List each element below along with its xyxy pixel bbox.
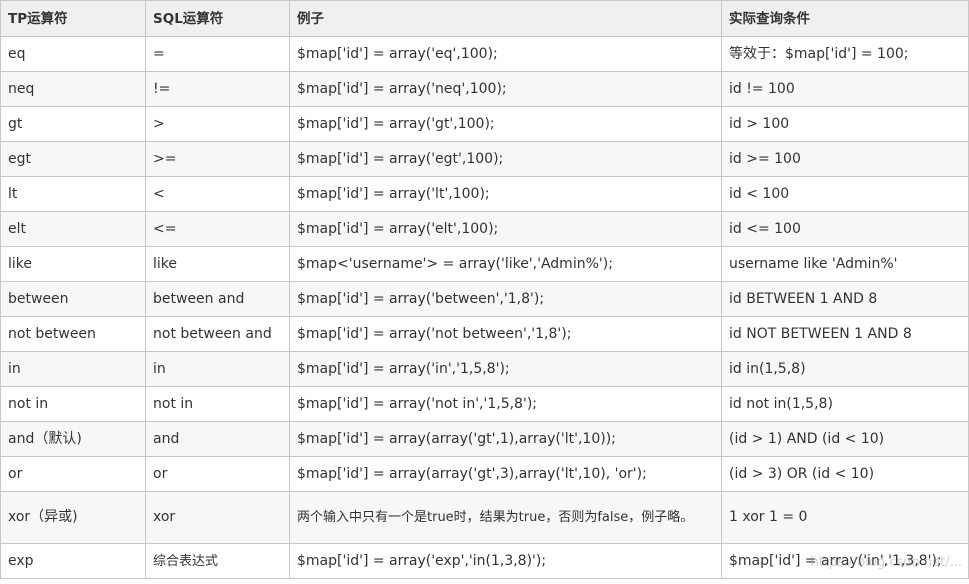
- cell-tp-operator: like: [0, 246, 146, 282]
- cell-tp-operator: between: [0, 281, 146, 317]
- table-row: xor（异或) xor 两个输入中只有一个是true时，结果为true，否则为f…: [0, 491, 969, 544]
- cell-sql-operator: !=: [145, 71, 290, 107]
- cell-sql-operator: like: [145, 246, 290, 282]
- header-example: 例子: [289, 0, 722, 37]
- table-row: egt >= $map['id'] = array('egt',100); id…: [0, 141, 969, 177]
- table-row: eq = $map['id'] = array('eq',100); 等效于：$…: [0, 36, 969, 72]
- cell-sql-operator: and: [145, 421, 290, 457]
- cell-actual-condition: id >= 100: [721, 141, 969, 177]
- cell-sql-operator: not in: [145, 386, 290, 422]
- cell-actual-condition: $map['id'] = array('in','1,3,8'); https:…: [721, 543, 969, 579]
- table-row: not in not in $map['id'] = array('not in…: [0, 386, 969, 422]
- cell-tp-operator: xor（异或): [0, 491, 146, 544]
- cell-example: $map['id'] = array('neq',100);: [289, 71, 722, 107]
- table-row: lt < $map['id'] = array('lt',100); id < …: [0, 176, 969, 212]
- cell-example: $map['id'] = array('egt',100);: [289, 141, 722, 177]
- cell-actual-condition: (id > 1) AND (id < 10): [721, 421, 969, 457]
- cell-sql-operator: >=: [145, 141, 290, 177]
- table-row: in in $map['id'] = array('in','1,5,8'); …: [0, 351, 969, 387]
- table-row: and（默认) and $map['id'] = array(array('gt…: [0, 421, 969, 457]
- cell-actual-condition: id in(1,5,8): [721, 351, 969, 387]
- cell-example: $map['id'] = array('gt',100);: [289, 106, 722, 142]
- cell-sql-operator: in: [145, 351, 290, 387]
- cell-sql-operator: between and: [145, 281, 290, 317]
- table-row: between between and $map['id'] = array('…: [0, 281, 969, 317]
- cell-tp-operator: elt: [0, 211, 146, 247]
- header-tp-operator: TP运算符: [0, 0, 146, 37]
- cell-example: $map['id'] = array('eq',100);: [289, 36, 722, 72]
- table-row: or or $map['id'] = array(array('gt',3),a…: [0, 456, 969, 492]
- operator-table: TP运算符 SQL运算符 例子 实际查询条件 eq = $map['id'] =…: [0, 0, 969, 579]
- cell-tp-operator: not between: [0, 316, 146, 352]
- cell-tp-operator: or: [0, 456, 146, 492]
- table-row: elt <= $map['id'] = array('elt',100); id…: [0, 211, 969, 247]
- cell-actual-condition: 1 xor 1 = 0: [721, 491, 969, 544]
- cell-sql-operator: xor: [145, 491, 290, 544]
- header-actual-condition: 实际查询条件: [721, 0, 969, 37]
- cell-example: $map<'username'> = array('like','Admin%'…: [289, 246, 722, 282]
- table-row: neq != $map['id'] = array('neq',100); id…: [0, 71, 969, 107]
- cell-actual-condition: 等效于：$map['id'] = 100;: [721, 36, 969, 72]
- cell-tp-operator: not in: [0, 386, 146, 422]
- cell-example: $map['id'] = array('lt',100);: [289, 176, 722, 212]
- cell-sql-operator: or: [145, 456, 290, 492]
- cell-tp-operator: lt: [0, 176, 146, 212]
- cell-sql-operator: <=: [145, 211, 290, 247]
- table-row: like like $map<'username'> = array('like…: [0, 246, 969, 282]
- cell-tp-operator: exp: [0, 543, 146, 579]
- cell-tp-operator: eq: [0, 36, 146, 72]
- cell-actual-condition: id > 100: [721, 106, 969, 142]
- cell-example: $map['id'] = array('between','1,8');: [289, 281, 722, 317]
- cell-actual-condition: id != 100: [721, 71, 969, 107]
- cell-actual-condition: id not in(1,5,8): [721, 386, 969, 422]
- cell-sql-operator: <: [145, 176, 290, 212]
- cell-tp-operator: egt: [0, 141, 146, 177]
- cell-tp-operator: in: [0, 351, 146, 387]
- cell-actual-condition: username like 'Admin%': [721, 246, 969, 282]
- cell-actual-condition: id BETWEEN 1 AND 8: [721, 281, 969, 317]
- cell-tp-operator: and（默认): [0, 421, 146, 457]
- table-row: gt > $map['id'] = array('gt',100); id > …: [0, 106, 969, 142]
- cell-tp-operator: neq: [0, 71, 146, 107]
- header-sql-operator: SQL运算符: [145, 0, 290, 37]
- cell-sql-operator: 综合表达式: [145, 543, 290, 579]
- cell-tp-operator: gt: [0, 106, 146, 142]
- cell-sql-operator: not between and: [145, 316, 290, 352]
- cell-example: 两个输入中只有一个是true时，结果为true，否则为false，例子略。: [289, 491, 722, 544]
- cell-example: $map['id'] = array(array('gt',1),array('…: [289, 421, 722, 457]
- cell-example: $map['id'] = array('in','1,5,8');: [289, 351, 722, 387]
- cell-example: $map['id'] = array('not between','1,8');: [289, 316, 722, 352]
- cell-actual-condition: (id > 3) OR (id < 10): [721, 456, 969, 492]
- cell-example: $map['id'] = array('not in','1,5,8');: [289, 386, 722, 422]
- cell-actual-condition-text: $map['id'] = array('in','1,3,8');: [729, 552, 942, 569]
- cell-actual-condition: id <= 100: [721, 211, 969, 247]
- table-header-row: TP运算符 SQL运算符 例子 实际查询条件: [0, 0, 969, 37]
- table-row: exp 综合表达式 $map['id'] = array('exp','in(1…: [0, 543, 969, 579]
- cell-example: $map['id'] = array('exp','in(1,3,8)');: [289, 543, 722, 579]
- table-row: not between not between and $map['id'] =…: [0, 316, 969, 352]
- cell-actual-condition: id NOT BETWEEN 1 AND 8: [721, 316, 969, 352]
- cell-actual-condition: id < 100: [721, 176, 969, 212]
- cell-sql-operator: =: [145, 36, 290, 72]
- cell-example: $map['id'] = array('elt',100);: [289, 211, 722, 247]
- cell-sql-operator: >: [145, 106, 290, 142]
- cell-example: $map['id'] = array(array('gt',3),array('…: [289, 456, 722, 492]
